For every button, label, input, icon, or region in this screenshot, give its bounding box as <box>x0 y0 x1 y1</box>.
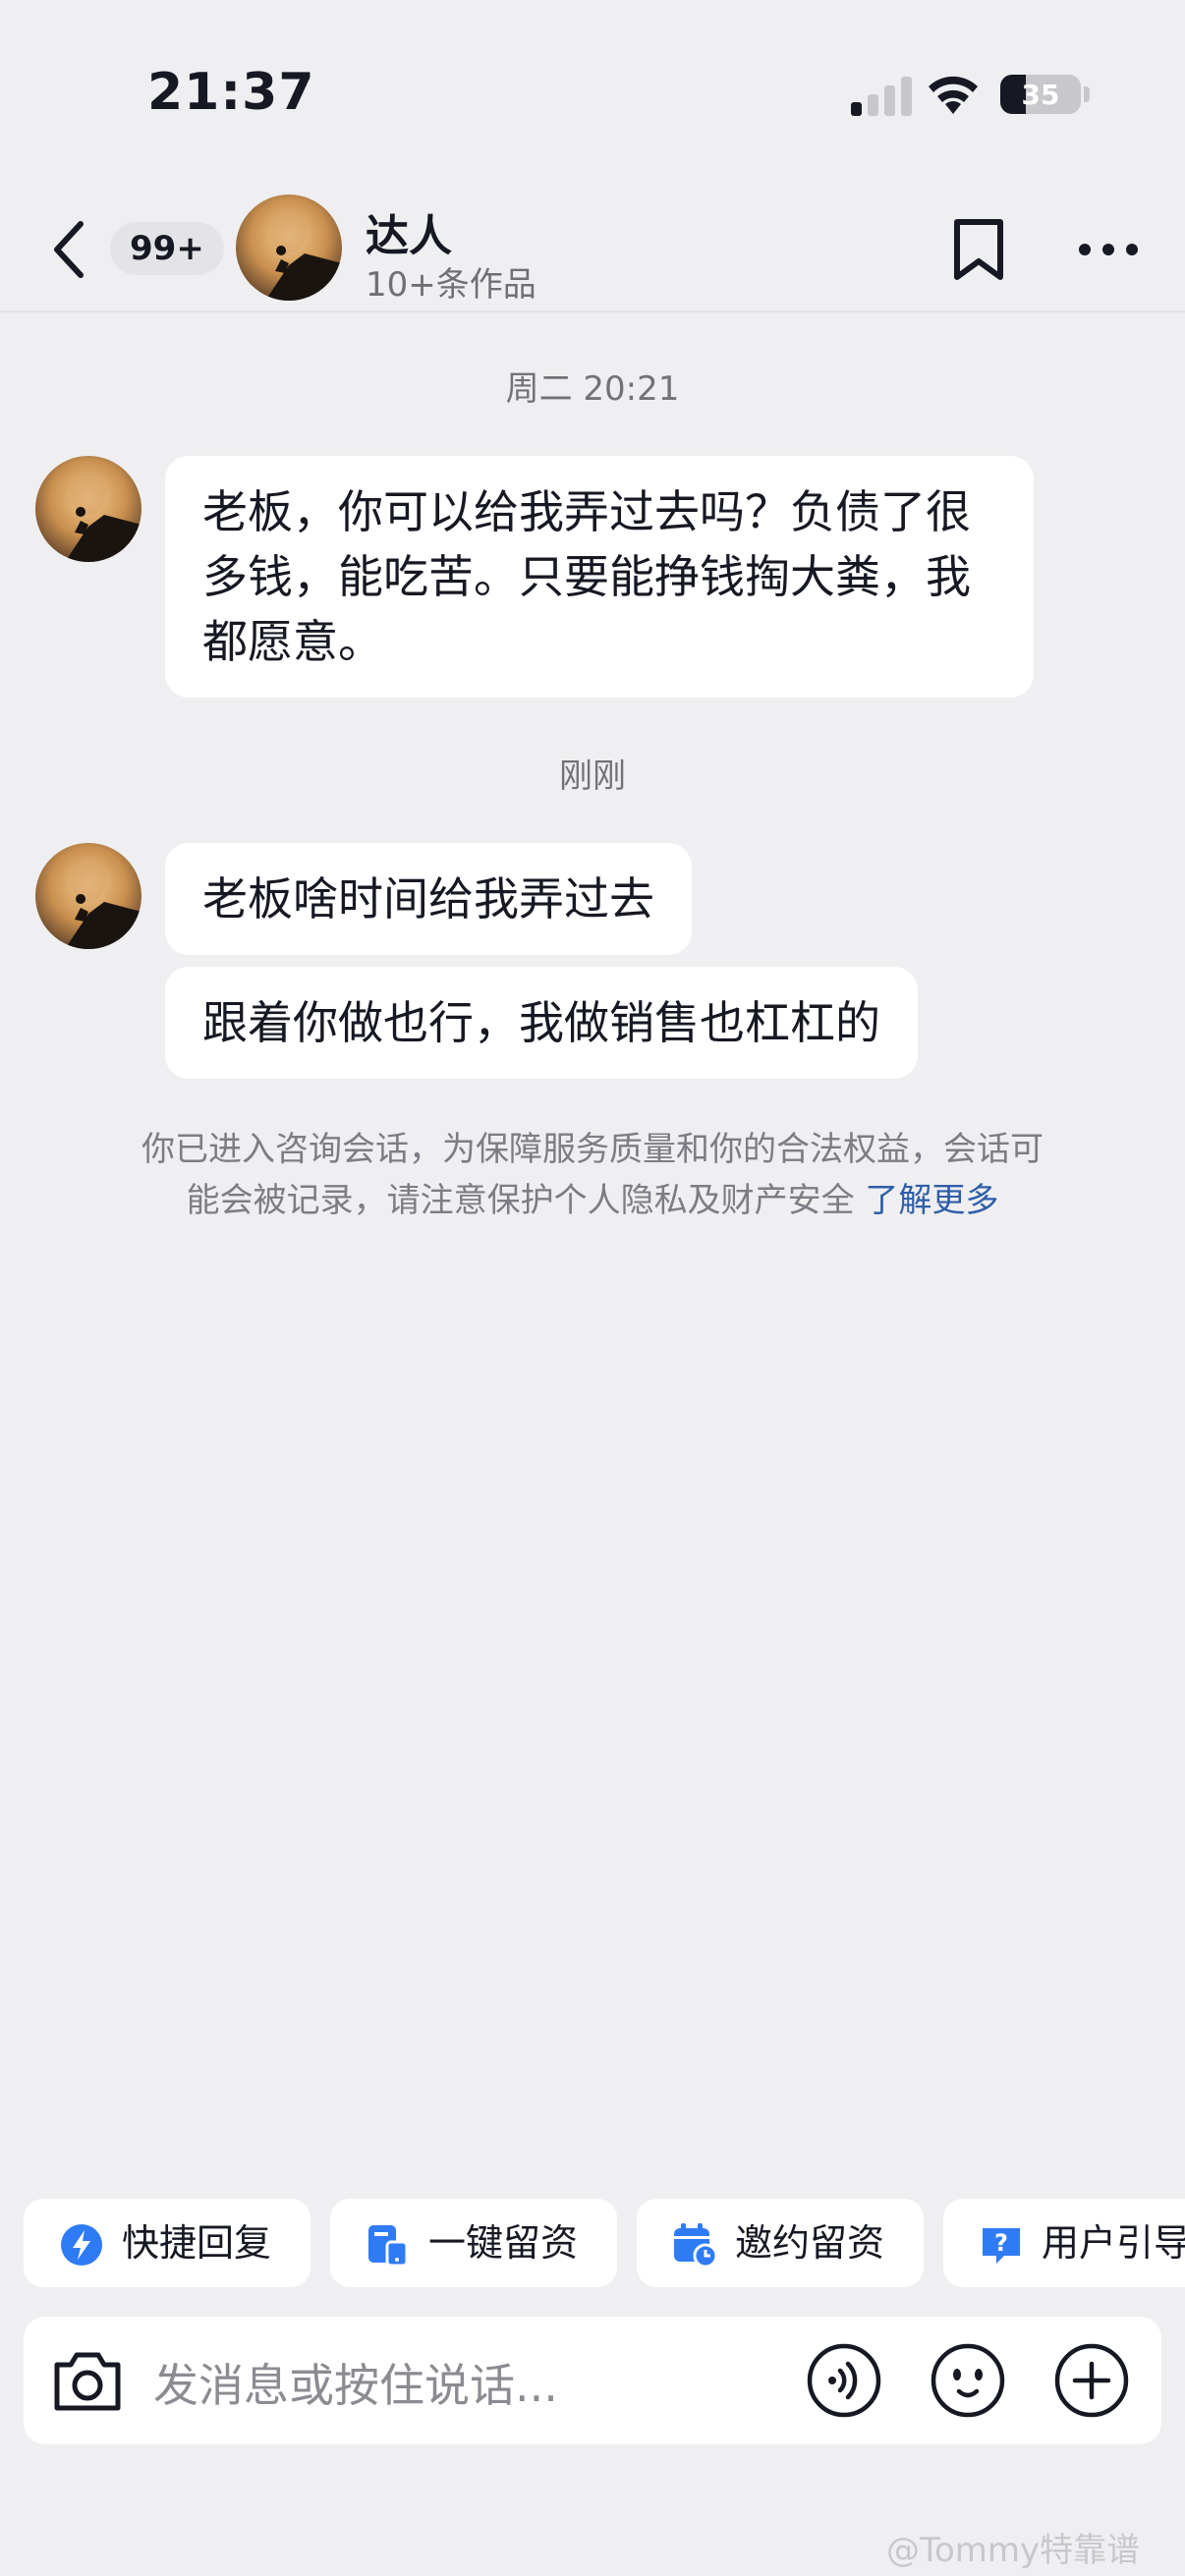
form-phone-icon <box>368 2225 409 2268</box>
message-bubble[interactable]: 老板啥时间给我弄过去 <box>165 843 692 955</box>
quick-action-label: 邀约留资 <box>735 2221 885 2265</box>
bookmark-icon[interactable] <box>947 216 1010 283</box>
watermark: @Tommy特靠谱 <box>886 2531 1141 2570</box>
status-bar: 21:37 35 <box>0 0 1185 187</box>
chevron-left-icon[interactable] <box>43 212 94 287</box>
user-guide-button[interactable]: ? 用户引导 <box>943 2199 1185 2287</box>
privacy-notice: 你已进入咨询会话，为保障服务质量和你的合法权益，会话可能会被记录，请注意保护个人… <box>128 1124 1057 1226</box>
status-time: 21:37 <box>147 63 315 122</box>
message-input-bar: 发消息或按住说话... <box>24 2317 1161 2444</box>
message-bubble[interactable]: 跟着你做也行，我做销售也杠杠的 <box>165 967 918 1079</box>
quick-action-label: 用户引导 <box>1042 2221 1185 2265</box>
invite-leads-button[interactable]: 邀约留资 <box>637 2199 924 2287</box>
lightning-icon <box>61 2224 102 2266</box>
avatar[interactable] <box>35 456 141 562</box>
quick-action-label: 快捷回复 <box>122 2221 272 2265</box>
wifi-icon <box>929 76 978 114</box>
svg-text:?: ? <box>994 2229 1008 2257</box>
message-bubble[interactable]: 老板，你可以给我弄过去吗？负债了很多钱，能吃苦。只要能挣钱掏大粪，我都愿意。 <box>165 456 1034 698</box>
plus-icon[interactable] <box>1053 2342 1130 2419</box>
battery-icon: 35 <box>1000 75 1081 114</box>
camera-icon[interactable] <box>49 2343 126 2418</box>
avatar[interactable] <box>236 195 342 301</box>
message-timestamp: 刚刚 <box>559 756 626 796</box>
question-icon: ? <box>983 2228 1020 2264</box>
quick-action-label: 一键留资 <box>428 2221 579 2265</box>
quick-reply-button[interactable]: 快捷回复 <box>24 2199 310 2287</box>
contact-name: 达人 <box>366 211 452 261</box>
message-timestamp: 周二 20:21 <box>505 369 680 409</box>
more-icon[interactable] <box>1077 242 1140 257</box>
contact-subtitle[interactable]: 10+条作品 <box>366 257 536 306</box>
unread-count-badge[interactable]: 99+ <box>110 222 224 275</box>
learn-more-link[interactable]: 了解更多 <box>865 1181 998 1220</box>
battery-level: 35 <box>1021 79 1060 111</box>
quick-actions-bar: 快捷回复 一键留资 邀约留资 ? 用户引导 <box>24 2199 1185 2287</box>
voice-icon[interactable] <box>806 2342 882 2419</box>
calendar-clock-icon <box>674 2223 717 2268</box>
avatar[interactable] <box>35 843 141 949</box>
emoji-icon[interactable] <box>930 2342 1006 2419</box>
one-click-leads-button[interactable]: 一键留资 <box>330 2199 617 2287</box>
message-input[interactable]: 发消息或按住说话... <box>153 2350 558 2415</box>
chat-header: 99+ 达人 10+条作品 <box>0 187 1185 312</box>
cellular-signal-icon <box>851 77 912 116</box>
